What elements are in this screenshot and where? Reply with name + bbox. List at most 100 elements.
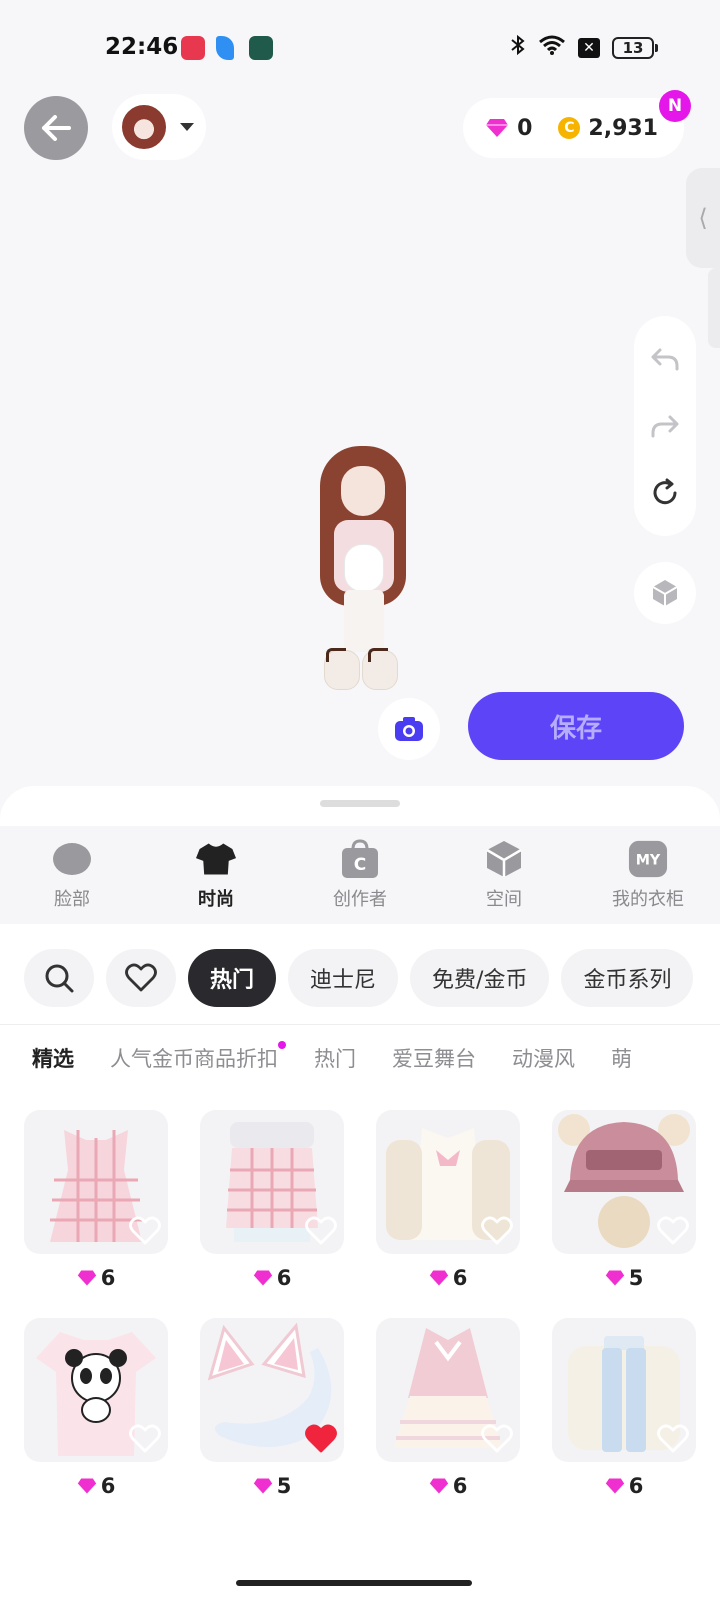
creator-bag-icon: C <box>340 839 380 879</box>
item-thumbnail <box>200 1110 344 1254</box>
diamond-icon <box>77 1270 96 1286</box>
undo-icon <box>651 348 679 371</box>
battery-icon: 13 <box>612 36 658 59</box>
back-button[interactable] <box>24 96 88 160</box>
category-face[interactable]: 脸部 <box>0 826 144 924</box>
save-button[interactable]: 保存 <box>468 692 684 760</box>
coin-count: 2,931 <box>588 115 658 141</box>
store-item-pink-jacket-skirt[interactable]: 6 <box>376 1318 520 1526</box>
item-price: 6 <box>24 1474 168 1498</box>
item-price: 5 <box>200 1474 344 1498</box>
item-thumbnail <box>376 1318 520 1462</box>
category-label: 我的衣柜 <box>612 889 684 910</box>
favorite-heart-button[interactable] <box>656 1214 690 1248</box>
diamond-icon <box>605 1478 624 1494</box>
store-item-cardigan-blue-pants[interactable]: 6 <box>552 1318 696 1526</box>
filter-free-coin[interactable]: 免费/金币 <box>410 949 550 1007</box>
svg-text:MY: MY <box>636 853 661 869</box>
status-time: 22:46 <box>105 34 179 60</box>
price-value: 6 <box>452 1266 468 1290</box>
category-fashion[interactable]: 时尚 <box>144 826 288 924</box>
camera-button[interactable] <box>378 698 440 760</box>
avatar-character[interactable] <box>308 440 418 710</box>
filter-coin-series[interactable]: 金币系列 <box>561 949 694 1007</box>
store-item-cat-ears-and-tail[interactable]: 5 <box>200 1318 344 1526</box>
subtab-cute[interactable]: 萌 <box>611 1043 632 1073</box>
subtab-featured[interactable]: 精选 <box>32 1043 74 1073</box>
heart-icon <box>305 1216 337 1245</box>
cube-icon <box>484 839 524 879</box>
item-thumbnail <box>552 1318 696 1462</box>
heart-icon <box>657 1216 689 1245</box>
subtab-row: 精选 人气金币商品折扣 热门 爱豆舞台 动漫风 萌 <box>32 1038 720 1078</box>
favorites-button[interactable] <box>106 949 176 1007</box>
category-space[interactable]: 空间 <box>432 826 576 924</box>
heart-icon <box>481 1216 513 1245</box>
favorite-heart-button[interactable] <box>656 1422 690 1456</box>
side-panel-handle[interactable]: ⟨ <box>686 168 720 268</box>
favorite-heart-button[interactable] <box>128 1422 162 1456</box>
price-value: 6 <box>452 1474 468 1498</box>
status-bar: 22:46 ✕ 13 <box>0 0 720 96</box>
avatar-switcher[interactable] <box>112 94 206 160</box>
heart-icon <box>129 1216 161 1245</box>
diamond-icon <box>429 1478 448 1494</box>
home-indicator[interactable] <box>236 1580 472 1586</box>
currency-balance[interactable]: 0 C 2,931 <box>463 98 684 158</box>
store-item-pink-pompom-cap[interactable]: 5 <box>552 1110 696 1318</box>
avatar <box>120 103 168 151</box>
item-price: 6 <box>200 1266 344 1290</box>
favorite-heart-button[interactable] <box>480 1422 514 1456</box>
store-item-pink-plaid-top[interactable]: 6 <box>200 1110 344 1318</box>
item-thumbnail <box>24 1318 168 1462</box>
sheet-grabber[interactable] <box>320 800 400 807</box>
heart-icon <box>481 1424 513 1453</box>
price-value: 6 <box>100 1266 116 1290</box>
arrow-left-icon <box>42 115 71 141</box>
subtab-anime[interactable]: 动漫风 <box>512 1043 575 1073</box>
diamond-icon <box>77 1478 96 1494</box>
face-icon <box>52 839 92 879</box>
favorite-heart-button[interactable] <box>128 1214 162 1248</box>
favorite-heart-button[interactable] <box>304 1422 338 1456</box>
store-item-panda-tshirt[interactable]: 6 <box>24 1318 168 1526</box>
item-price: 6 <box>376 1266 520 1290</box>
diamond-icon <box>253 1478 272 1494</box>
heart-icon <box>657 1424 689 1453</box>
coin-icon: C <box>558 117 581 139</box>
category-creator[interactable]: C 创作者 <box>288 826 432 924</box>
price-value: 6 <box>276 1266 292 1290</box>
video-app-icon <box>181 36 205 60</box>
refresh-icon <box>653 478 677 504</box>
item-price: 6 <box>24 1266 168 1290</box>
price-value: 6 <box>100 1474 116 1498</box>
tshirt-icon <box>196 839 236 879</box>
category-label: 空间 <box>486 889 522 910</box>
favorite-heart-button[interactable] <box>304 1214 338 1248</box>
search-button[interactable] <box>24 949 94 1007</box>
item-grid: 6 6 6 5 6 5 6 6 <box>24 1110 696 1526</box>
filter-disney[interactable]: 迪士尼 <box>288 949 399 1007</box>
diamond-icon <box>429 1270 448 1286</box>
category-my-wardrobe[interactable]: MY 我的衣柜 <box>576 826 720 924</box>
heart-icon <box>129 1424 161 1453</box>
category-label: 脸部 <box>54 889 90 910</box>
reset-button[interactable] <box>645 473 685 513</box>
favorite-heart-button[interactable] <box>480 1214 514 1248</box>
view-3d-button[interactable] <box>634 562 696 624</box>
search-icon <box>45 964 74 993</box>
subtab-hot[interactable]: 热门 <box>314 1043 356 1073</box>
subtab-idol-stage[interactable]: 爱豆舞台 <box>392 1043 476 1073</box>
store-item-pink-plaid-dress[interactable]: 6 <box>24 1110 168 1318</box>
diamond-icon <box>253 1270 272 1286</box>
diamond-icon <box>605 1270 624 1286</box>
store-item-cream-cardigan-set[interactable]: 6 <box>376 1110 520 1318</box>
item-thumbnail <box>376 1110 520 1254</box>
category-bar: 脸部 时尚 C 创作者 空间 MY 我的衣柜 <box>0 826 720 924</box>
wifi-icon <box>538 34 566 61</box>
redo-button[interactable] <box>645 406 685 446</box>
filter-hot[interactable]: 热门 <box>188 949 277 1007</box>
subtab-coin-discount[interactable]: 人气金币商品折扣 <box>110 1041 286 1073</box>
chevron-left-icon: ⟨ <box>698 204 708 232</box>
undo-button[interactable] <box>645 339 685 379</box>
